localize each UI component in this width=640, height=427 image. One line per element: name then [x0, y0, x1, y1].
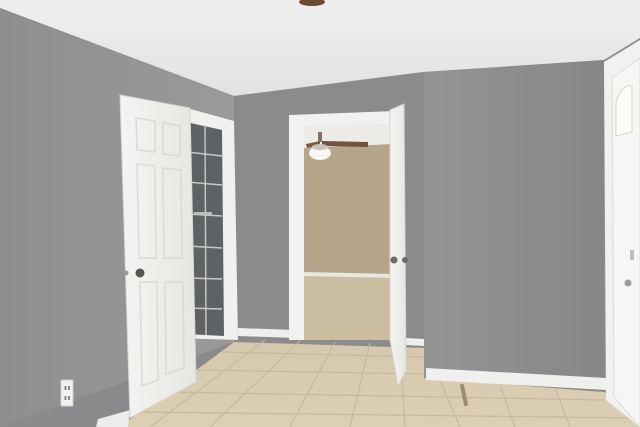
- door-knob-icon[interactable]: [135, 268, 145, 278]
- room-illustration: [0, 0, 640, 427]
- towel-bar: [194, 212, 212, 215]
- far-room-wall: [304, 144, 392, 276]
- baseboard-left: [96, 410, 130, 427]
- carpet: [304, 276, 392, 340]
- outlet-icon: [60, 379, 74, 407]
- door-hinge: [123, 270, 129, 276]
- door-knob-icon[interactable]: [624, 279, 632, 287]
- baseboard-back-right: [406, 338, 424, 346]
- door-knob-back: [402, 257, 408, 263]
- door-knob-icon[interactable]: [390, 256, 398, 264]
- center-door[interactable]: [389, 103, 407, 388]
- right-wall: [424, 60, 604, 392]
- deadbolt: [630, 250, 634, 260]
- room-photo: [0, 0, 640, 427]
